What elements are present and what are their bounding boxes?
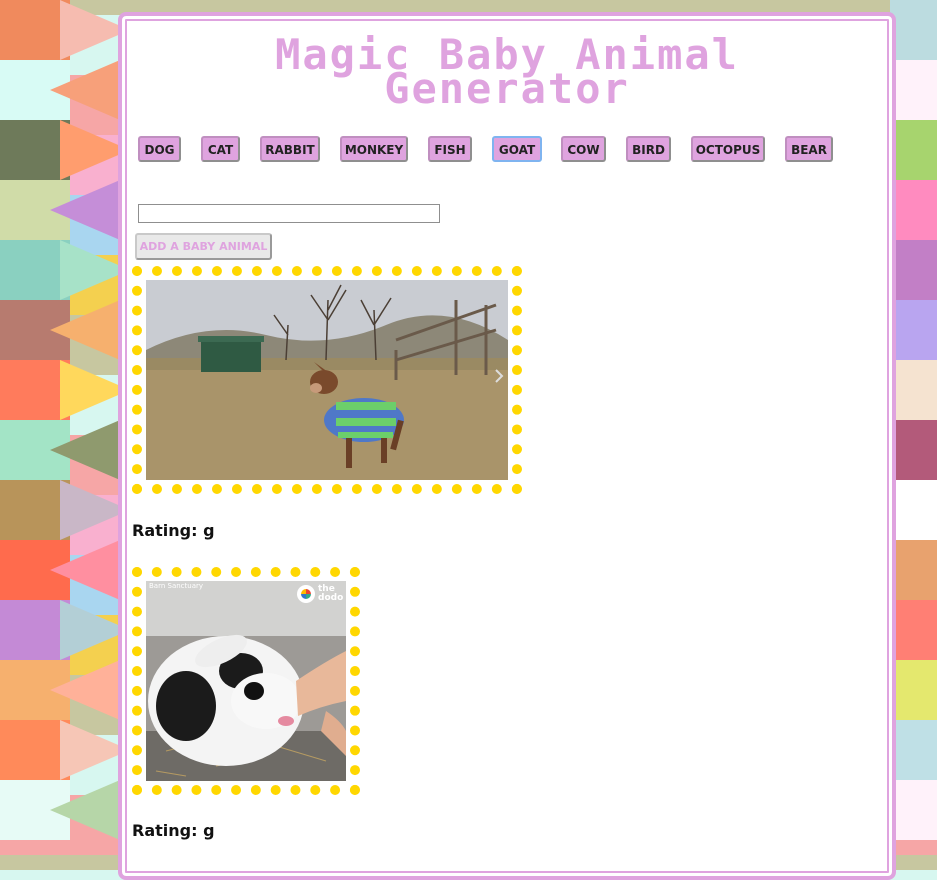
animal-button-dog[interactable]: DOG (138, 136, 181, 162)
gif-result-2: Barn Sanctuary the dodo (132, 567, 360, 795)
quilt-background-right (890, 0, 937, 855)
dodo-logo-text: the dodo (318, 584, 344, 603)
barn-sanctuary-watermark: Barn Sanctuary (149, 582, 204, 590)
goat-bw-illustration (146, 581, 346, 781)
dodo-logo-icon (296, 585, 315, 603)
animal-button-goat[interactable]: GOAT (492, 136, 542, 162)
main-panel: Magic Baby Animal Generator DOG CAT RABB… (118, 12, 896, 880)
goat-sweater-image (146, 280, 508, 480)
rating-text-1: Rating: g (132, 521, 215, 540)
the-dodo-logo: the dodo (296, 584, 344, 603)
animal-name-input[interactable] (138, 204, 440, 223)
gif-result-1 (132, 266, 522, 494)
animal-button-cow[interactable]: COW (561, 136, 606, 162)
quilt-background-left (0, 0, 118, 855)
animal-button-fish[interactable]: FISH (428, 136, 472, 162)
animal-button-monkey[interactable]: MONKEY (340, 136, 408, 162)
goat-bw-image: Barn Sanctuary the dodo (146, 581, 346, 781)
animal-button-cat[interactable]: CAT (201, 136, 240, 162)
animal-button-bird[interactable]: BIRD (626, 136, 671, 162)
animal-button-rabbit[interactable]: RABBIT (260, 136, 320, 162)
goat-sweater-illustration (146, 280, 508, 480)
animal-button-bear[interactable]: BEAR (785, 136, 833, 162)
page-title: Magic Baby Animal Generator (122, 34, 892, 113)
add-baby-animal-button[interactable]: ADD A BABY ANIMAL (135, 233, 272, 260)
title-line-2: Generator (384, 64, 630, 113)
rating-text-2: Rating: g (132, 821, 215, 840)
animal-button-octopus[interactable]: OCTOPUS (691, 136, 765, 162)
